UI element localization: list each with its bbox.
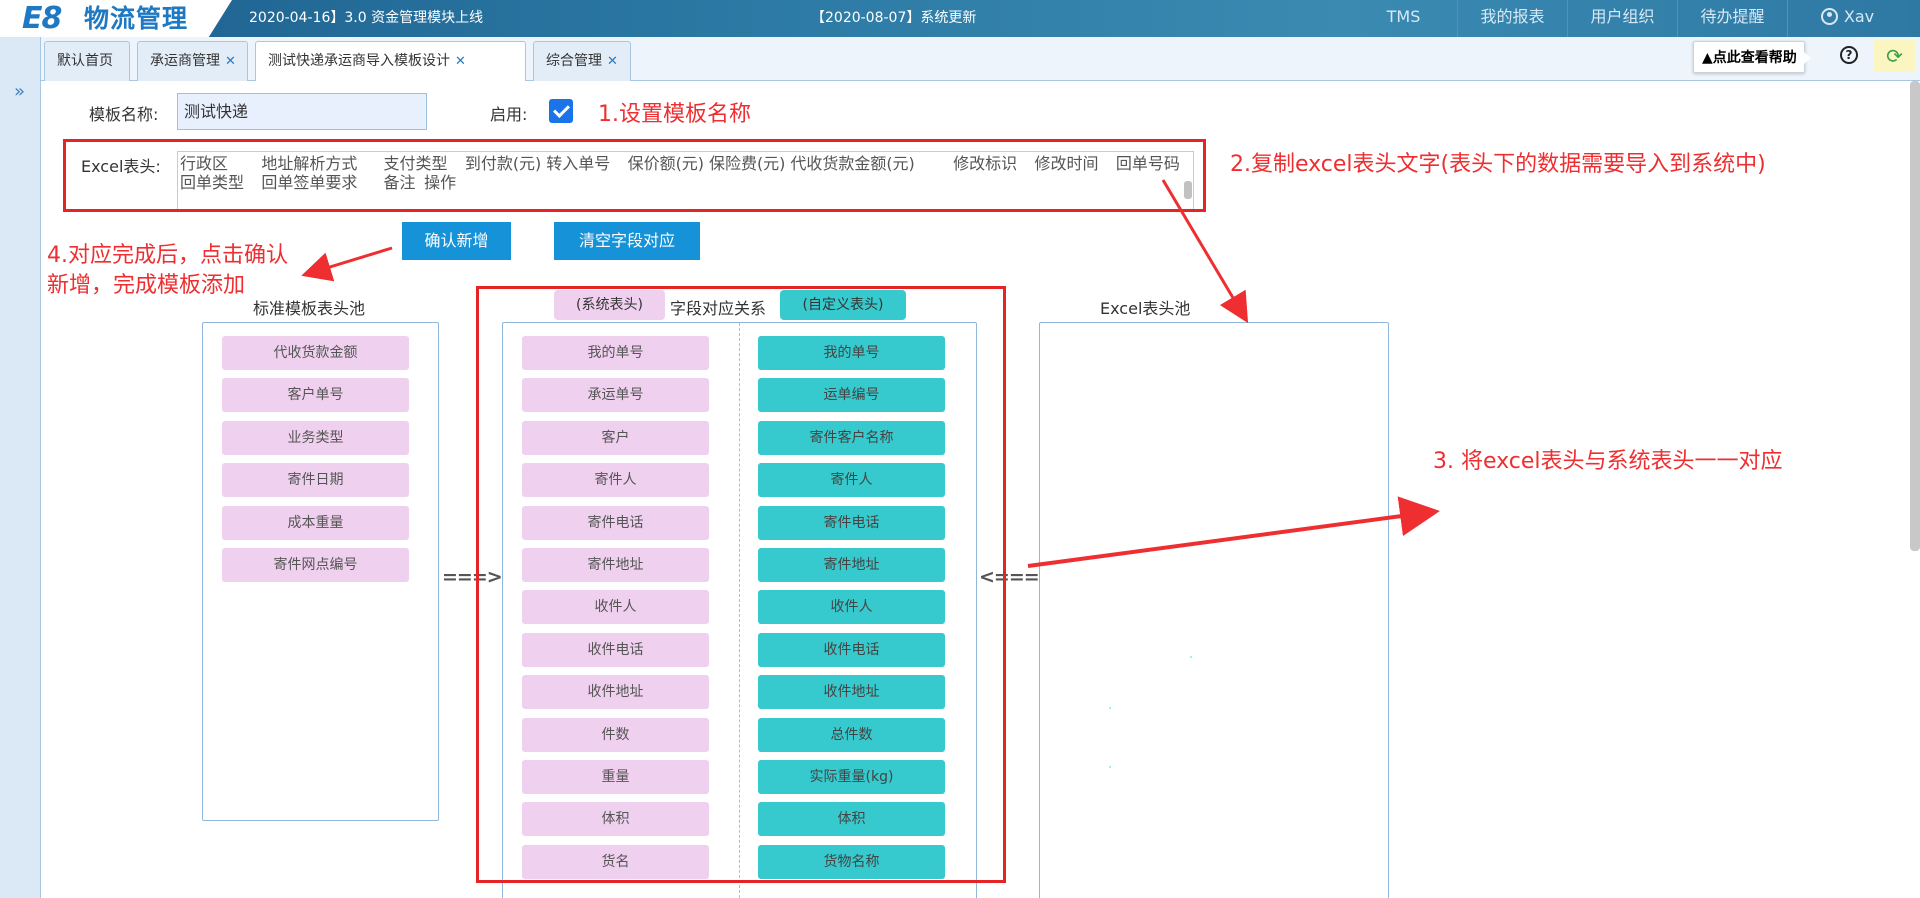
page-scrollbar[interactable]	[1910, 81, 1920, 551]
arrow-step4	[301, 246, 393, 282]
annotation-arrows	[301, 179, 1440, 568]
arrow-step3	[1027, 496, 1440, 568]
arrow-step2	[1161, 179, 1249, 324]
